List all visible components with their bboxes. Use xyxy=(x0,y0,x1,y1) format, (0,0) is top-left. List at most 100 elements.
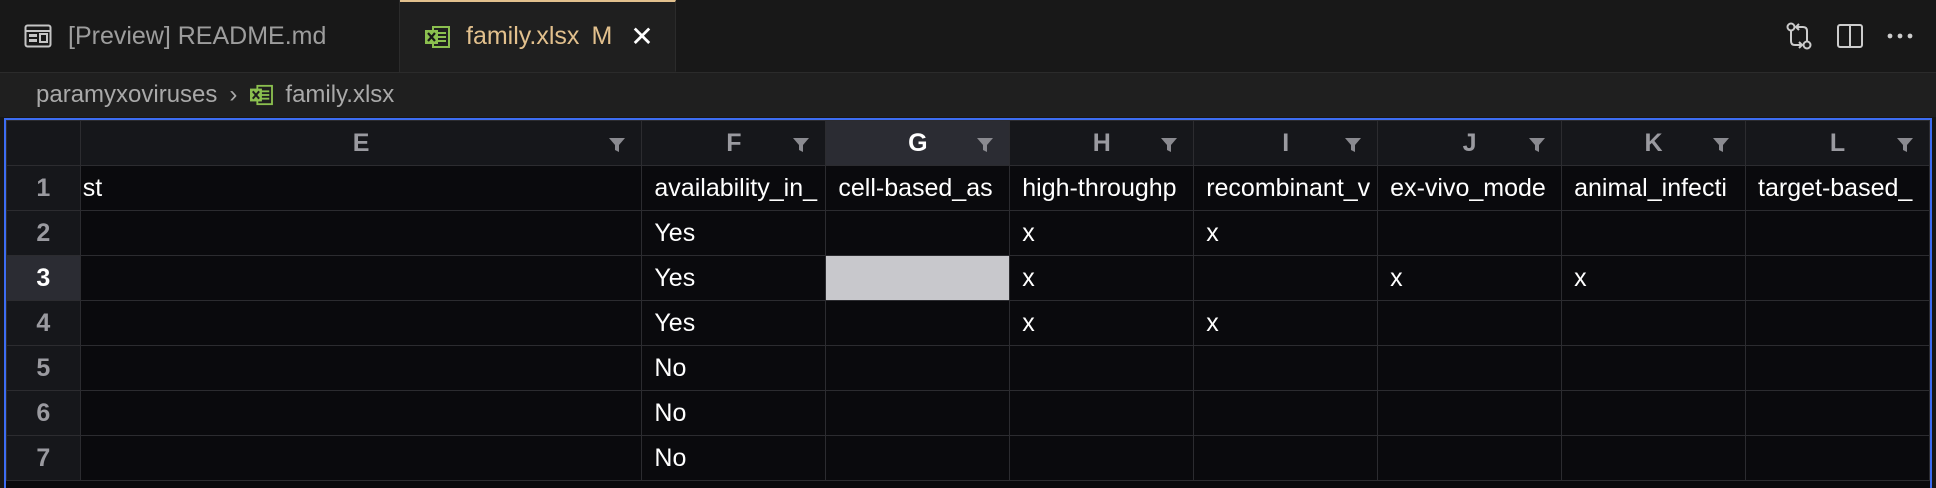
cell-k5[interactable] xyxy=(1561,345,1747,391)
column-header-j[interactable]: J xyxy=(1377,120,1563,166)
cell-l6[interactable] xyxy=(1745,390,1930,436)
cell-e3[interactable] xyxy=(79,255,643,301)
column-header-g[interactable]: G xyxy=(825,120,1011,166)
cell-g5[interactable] xyxy=(825,345,1011,391)
cell-j3[interactable]: x xyxy=(1377,255,1563,301)
cell-f7[interactable]: No xyxy=(641,435,827,481)
cell-h3[interactable]: x xyxy=(1009,255,1195,301)
select-all-corner[interactable] xyxy=(6,120,81,166)
editor-tab-bar: [Preview] README.md family.xlsx M ✕ xyxy=(0,0,1936,73)
cell-e7[interactable] xyxy=(79,435,643,481)
filter-icon[interactable] xyxy=(1527,133,1547,162)
cell-e5[interactable] xyxy=(79,345,643,391)
cell-k4[interactable] xyxy=(1561,300,1747,346)
spreadsheet-grid: E FGHIJKL 1st availability_in_ cell-based_a… xyxy=(4,118,1932,488)
row-header[interactable]: 4 xyxy=(6,300,81,346)
filter-icon[interactable] xyxy=(791,133,811,162)
cell-k2[interactable] xyxy=(1561,210,1747,256)
close-icon[interactable]: ✕ xyxy=(630,22,653,51)
column-letter: E xyxy=(352,128,370,157)
preview-icon xyxy=(24,24,52,48)
cell-g2[interactable] xyxy=(825,210,1011,256)
cell-i3[interactable] xyxy=(1193,255,1379,301)
column-header-l[interactable]: L xyxy=(1745,120,1930,166)
cell-k7[interactable] xyxy=(1561,435,1747,481)
cell-l7[interactable] xyxy=(1745,435,1930,481)
cell-l3[interactable] xyxy=(1745,255,1930,301)
cell-f4[interactable]: Yes xyxy=(641,300,827,346)
cell-l5[interactable] xyxy=(1745,345,1930,391)
cell-h5[interactable] xyxy=(1009,345,1195,391)
row-header[interactable]: 7 xyxy=(6,435,81,481)
cell-h2[interactable]: x xyxy=(1009,210,1195,256)
cell-i1[interactable]: recombinant_v xyxy=(1193,165,1379,211)
cell-h7[interactable] xyxy=(1009,435,1195,481)
cell-k3[interactable]: x xyxy=(1561,255,1747,301)
filter-icon[interactable] xyxy=(1895,133,1915,162)
cell-l2[interactable] xyxy=(1745,210,1930,256)
breadcrumb-file[interactable]: family.xlsx xyxy=(285,81,394,109)
column-header-f[interactable]: F xyxy=(641,120,827,166)
row-header[interactable]: 2 xyxy=(6,210,81,256)
cell-g3[interactable] xyxy=(825,255,1011,301)
tab-family-xlsx[interactable]: family.xlsx M ✕ xyxy=(400,0,676,72)
cell-g6[interactable] xyxy=(825,390,1011,436)
cell-h4[interactable]: x xyxy=(1009,300,1195,346)
cell-f2[interactable]: Yes xyxy=(641,210,827,256)
cell-g1[interactable]: cell-based_as xyxy=(825,165,1011,211)
tab-label: [Preview] README.md xyxy=(68,21,327,50)
cell-i5[interactable] xyxy=(1193,345,1379,391)
cell-j7[interactable] xyxy=(1377,435,1563,481)
cell-f5[interactable]: No xyxy=(641,345,827,391)
cell-j4[interactable] xyxy=(1377,300,1563,346)
split-editor-icon[interactable] xyxy=(1836,22,1864,50)
cell-j5[interactable] xyxy=(1377,345,1563,391)
cell-e6[interactable] xyxy=(79,390,643,436)
cell-i6[interactable] xyxy=(1193,390,1379,436)
sheet-table: E FGHIJKL 1st availability_in_ cell-based_a… xyxy=(6,120,1930,481)
row-header[interactable]: 5 xyxy=(6,345,81,391)
cell-l1[interactable]: target-based_ xyxy=(1745,165,1930,211)
cell-j2[interactable] xyxy=(1377,210,1563,256)
cell-g4[interactable] xyxy=(825,300,1011,346)
row-header[interactable]: 3 xyxy=(6,255,81,301)
cell-h6[interactable] xyxy=(1009,390,1195,436)
breadcrumb: paramyxoviruses › family.xlsx xyxy=(0,73,1936,117)
cell-j6[interactable] xyxy=(1377,390,1563,436)
cell-k6[interactable] xyxy=(1561,390,1747,436)
cell-h1[interactable]: high-throughp xyxy=(1009,165,1195,211)
filter-icon[interactable] xyxy=(607,133,627,162)
table-row: 5 No xyxy=(6,345,1930,391)
cell-e4[interactable] xyxy=(79,300,643,346)
more-actions-icon[interactable] xyxy=(1886,32,1914,40)
row-header[interactable]: 1 xyxy=(6,165,81,211)
excel-file-icon xyxy=(249,84,274,106)
filter-icon[interactable] xyxy=(975,133,995,162)
filter-icon[interactable] xyxy=(1711,133,1731,162)
breadcrumb-folder[interactable]: paramyxoviruses xyxy=(36,81,217,109)
column-header-k[interactable]: K xyxy=(1561,120,1747,166)
column-header-e[interactable]: E xyxy=(79,120,643,166)
cell-k1[interactable]: animal_infecti xyxy=(1561,165,1747,211)
tab-readme-preview[interactable]: [Preview] README.md xyxy=(0,0,400,72)
filter-icon[interactable] xyxy=(1159,133,1179,162)
cell-e1[interactable]: st xyxy=(79,165,643,211)
column-header-h[interactable]: H xyxy=(1009,120,1195,166)
editor-actions xyxy=(1784,0,1914,72)
table-row: 6 No xyxy=(6,390,1930,436)
cell-j1[interactable]: ex-vivo_mode xyxy=(1377,165,1563,211)
compare-changes-icon[interactable] xyxy=(1784,21,1814,51)
cell-f3[interactable]: Yes xyxy=(641,255,827,301)
row-header[interactable]: 6 xyxy=(6,390,81,436)
cell-i4[interactable]: x xyxy=(1193,300,1379,346)
cell-f6[interactable]: No xyxy=(641,390,827,436)
chevron-right-icon: › xyxy=(229,81,238,108)
cell-e2[interactable] xyxy=(79,210,643,256)
cell-i7[interactable] xyxy=(1193,435,1379,481)
cell-f1[interactable]: availability_in_ xyxy=(641,165,827,211)
cell-i2[interactable]: x xyxy=(1193,210,1379,256)
filter-icon[interactable] xyxy=(1343,133,1363,162)
column-header-i[interactable]: I xyxy=(1193,120,1379,166)
cell-l4[interactable] xyxy=(1745,300,1930,346)
cell-g7[interactable] xyxy=(825,435,1011,481)
